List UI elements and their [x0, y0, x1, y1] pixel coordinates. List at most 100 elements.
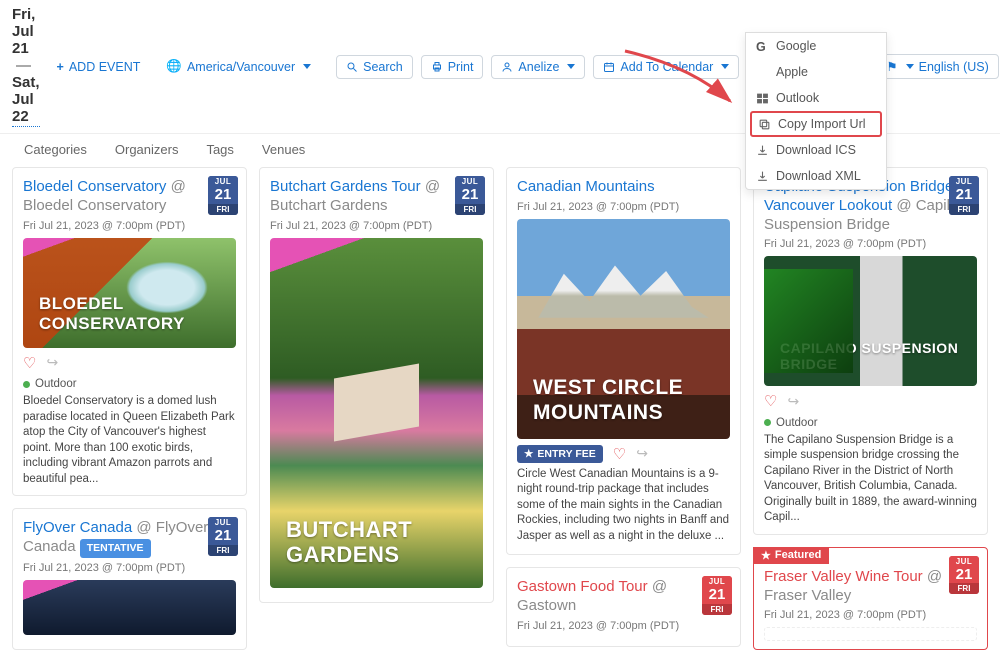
star-icon: ★	[761, 549, 771, 562]
event-image: WEST CIRCLE MOUNTAINS	[517, 219, 730, 439]
menu-item-download-xml[interactable]: Download XML	[746, 163, 886, 189]
language-select[interactable]: ⚑ English (US)	[876, 54, 998, 79]
event-name: Gastown Food Tour	[517, 578, 648, 595]
menu-item-label: Copy Import Url	[778, 117, 866, 131]
menu-item-copy-import-url[interactable]: Copy Import Url	[750, 111, 882, 137]
calendar-icon	[603, 61, 615, 73]
filter-tags[interactable]: Tags	[206, 142, 233, 157]
star-icon: ★	[524, 448, 533, 460]
category-tag[interactable]: Outdoor	[23, 378, 77, 390]
image-overlay-text: CAPILANO SUSPENSION BRIDGE	[780, 340, 977, 372]
add-to-calendar-button[interactable]: Add To Calendar	[593, 55, 739, 79]
event-datetime: Fri Jul 21, 2023 @ 7:00pm (PDT)	[764, 609, 977, 621]
menu-item-google[interactable]: G Google	[746, 33, 886, 59]
share-button[interactable]: ↪	[46, 354, 58, 371]
download-icon	[756, 170, 769, 183]
event-card-bloedel[interactable]: JUL21FRI Bloedel Conservatory @ Bloedel …	[12, 167, 247, 496]
filter-organizers[interactable]: Organizers	[115, 142, 179, 157]
chevron-down-icon	[906, 64, 914, 69]
event-datetime: Fri Jul 21, 2023 @ 7:00pm (PDT)	[764, 238, 977, 250]
event-name: Bloedel Conservatory	[23, 178, 166, 195]
share-button[interactable]: ↪	[636, 445, 648, 462]
event-description: Bloedel Conservatory is a domed lush par…	[23, 394, 236, 487]
date-from: Fri, Jul 21	[12, 6, 35, 57]
print-icon	[431, 61, 443, 73]
event-card-gastown[interactable]: JUL21FRI Gastown Food Tour @ Gastown Fri…	[506, 567, 741, 647]
chevron-down-icon	[567, 64, 575, 69]
date-separator: —	[16, 57, 31, 74]
event-name: FlyOver Canada	[23, 519, 132, 536]
chevron-down-icon	[303, 64, 311, 69]
print-label: Print	[448, 60, 474, 74]
search-icon	[346, 61, 358, 73]
date-badge: JUL21FRI	[702, 576, 732, 615]
add-to-calendar-label: Add To Calendar	[620, 60, 713, 74]
event-card-butchart[interactable]: JUL21FRI Butchart Gardens Tour @ Butchar…	[259, 167, 494, 603]
event-description: Circle West Canadian Mountains is a 9-ni…	[517, 467, 730, 545]
favorite-button[interactable]: ♡	[613, 445, 626, 463]
plus-icon: +	[57, 60, 64, 74]
date-badge: JUL21FRI	[949, 176, 979, 215]
menu-item-outlook[interactable]: Outlook	[746, 85, 886, 111]
date-badge: JUL21FRI	[208, 517, 238, 556]
google-icon: G	[756, 40, 769, 53]
event-card-capilano[interactable]: JUL21FRI Capilano Suspension Bridge & Va…	[753, 167, 988, 535]
date-badge: JUL21FRI	[208, 176, 238, 215]
user-label: Anelize	[518, 60, 559, 74]
print-button[interactable]: Print	[421, 55, 484, 79]
download-icon	[756, 144, 769, 157]
date-badge: JUL21FRI	[455, 176, 485, 215]
date-range[interactable]: Fri, Jul 21 — Sat, Jul 22	[12, 6, 40, 127]
filter-categories[interactable]: Categories	[24, 142, 87, 157]
windows-icon	[756, 92, 769, 105]
menu-item-label: Download XML	[776, 169, 861, 183]
date-to: Sat, Jul 22	[12, 74, 40, 125]
copy-icon	[758, 118, 771, 131]
menu-item-label: Outlook	[776, 91, 819, 105]
event-name: Fraser Valley Wine Tour	[764, 568, 923, 585]
event-image: BUTCHART GARDENS	[270, 238, 483, 588]
category-label: Outdoor	[776, 417, 818, 429]
category-dot-icon	[23, 381, 30, 388]
user-icon	[501, 61, 513, 73]
flag-icon: ⚑	[886, 59, 897, 74]
share-button[interactable]: ↪	[787, 393, 799, 410]
menu-item-label: Download ICS	[776, 143, 856, 157]
event-card-flyover[interactable]: JUL21FRI FlyOver Canada @ FlyOver Canada…	[12, 508, 247, 650]
globe-icon: 🌐	[166, 59, 182, 74]
event-image: CAPILANO SUSPENSION BRIDGE	[764, 256, 977, 386]
featured-ribbon: ★ Featured	[753, 547, 829, 564]
event-image: BLOEDEL CONSERVATORY	[23, 238, 236, 348]
menu-item-apple[interactable]: Apple	[746, 59, 886, 85]
timezone-label: America/Vancouver	[187, 60, 295, 74]
event-card-mountains[interactable]: Canadian Mountains Fri Jul 21, 2023 @ 7:…	[506, 167, 741, 555]
search-label: Search	[363, 60, 403, 74]
event-datetime: Fri Jul 21, 2023 @ 7:00pm (PDT)	[23, 562, 236, 574]
event-name: Canadian Mountains	[517, 178, 655, 195]
chevron-down-icon	[721, 64, 729, 69]
favorite-button[interactable]: ♡	[764, 392, 777, 410]
menu-item-download-ics[interactable]: Download ICS	[746, 137, 886, 163]
search-button[interactable]: Search	[336, 55, 413, 79]
entry-fee-badge: ★ ENTRY FEE	[517, 445, 603, 463]
tentative-badge: TENTATIVE	[80, 539, 151, 558]
event-description: The Capilano Suspension Bridge is a simp…	[764, 433, 977, 526]
event-datetime: Fri Jul 21, 2023 @ 7:00pm (PDT)	[270, 220, 483, 232]
category-tag[interactable]: Outdoor	[764, 417, 818, 429]
add-to-calendar-menu: G Google Apple Outlook Copy Import Url D…	[745, 32, 887, 190]
user-menu[interactable]: Anelize	[491, 55, 585, 79]
apple-icon	[756, 66, 769, 79]
filter-venues[interactable]: Venues	[262, 142, 305, 157]
timezone-select[interactable]: 🌐 America/Vancouver	[157, 55, 320, 78]
menu-item-label: Google	[776, 39, 816, 53]
favorite-button[interactable]: ♡	[23, 354, 36, 372]
featured-label: Featured	[775, 549, 821, 561]
language-label: English (US)	[919, 60, 989, 74]
event-card-fraser[interactable]: ★Featured JUL21FRI Fraser Valley Wine To…	[753, 547, 988, 651]
event-image	[23, 580, 236, 635]
category-label: Outdoor	[35, 378, 77, 390]
event-name: Butchart Gardens Tour	[270, 178, 421, 195]
entry-fee-label: ENTRY FEE	[537, 448, 595, 460]
image-overlay-text: WEST CIRCLE MOUNTAINS	[533, 376, 730, 424]
add-event-button[interactable]: + ADD EVENT	[48, 56, 150, 78]
